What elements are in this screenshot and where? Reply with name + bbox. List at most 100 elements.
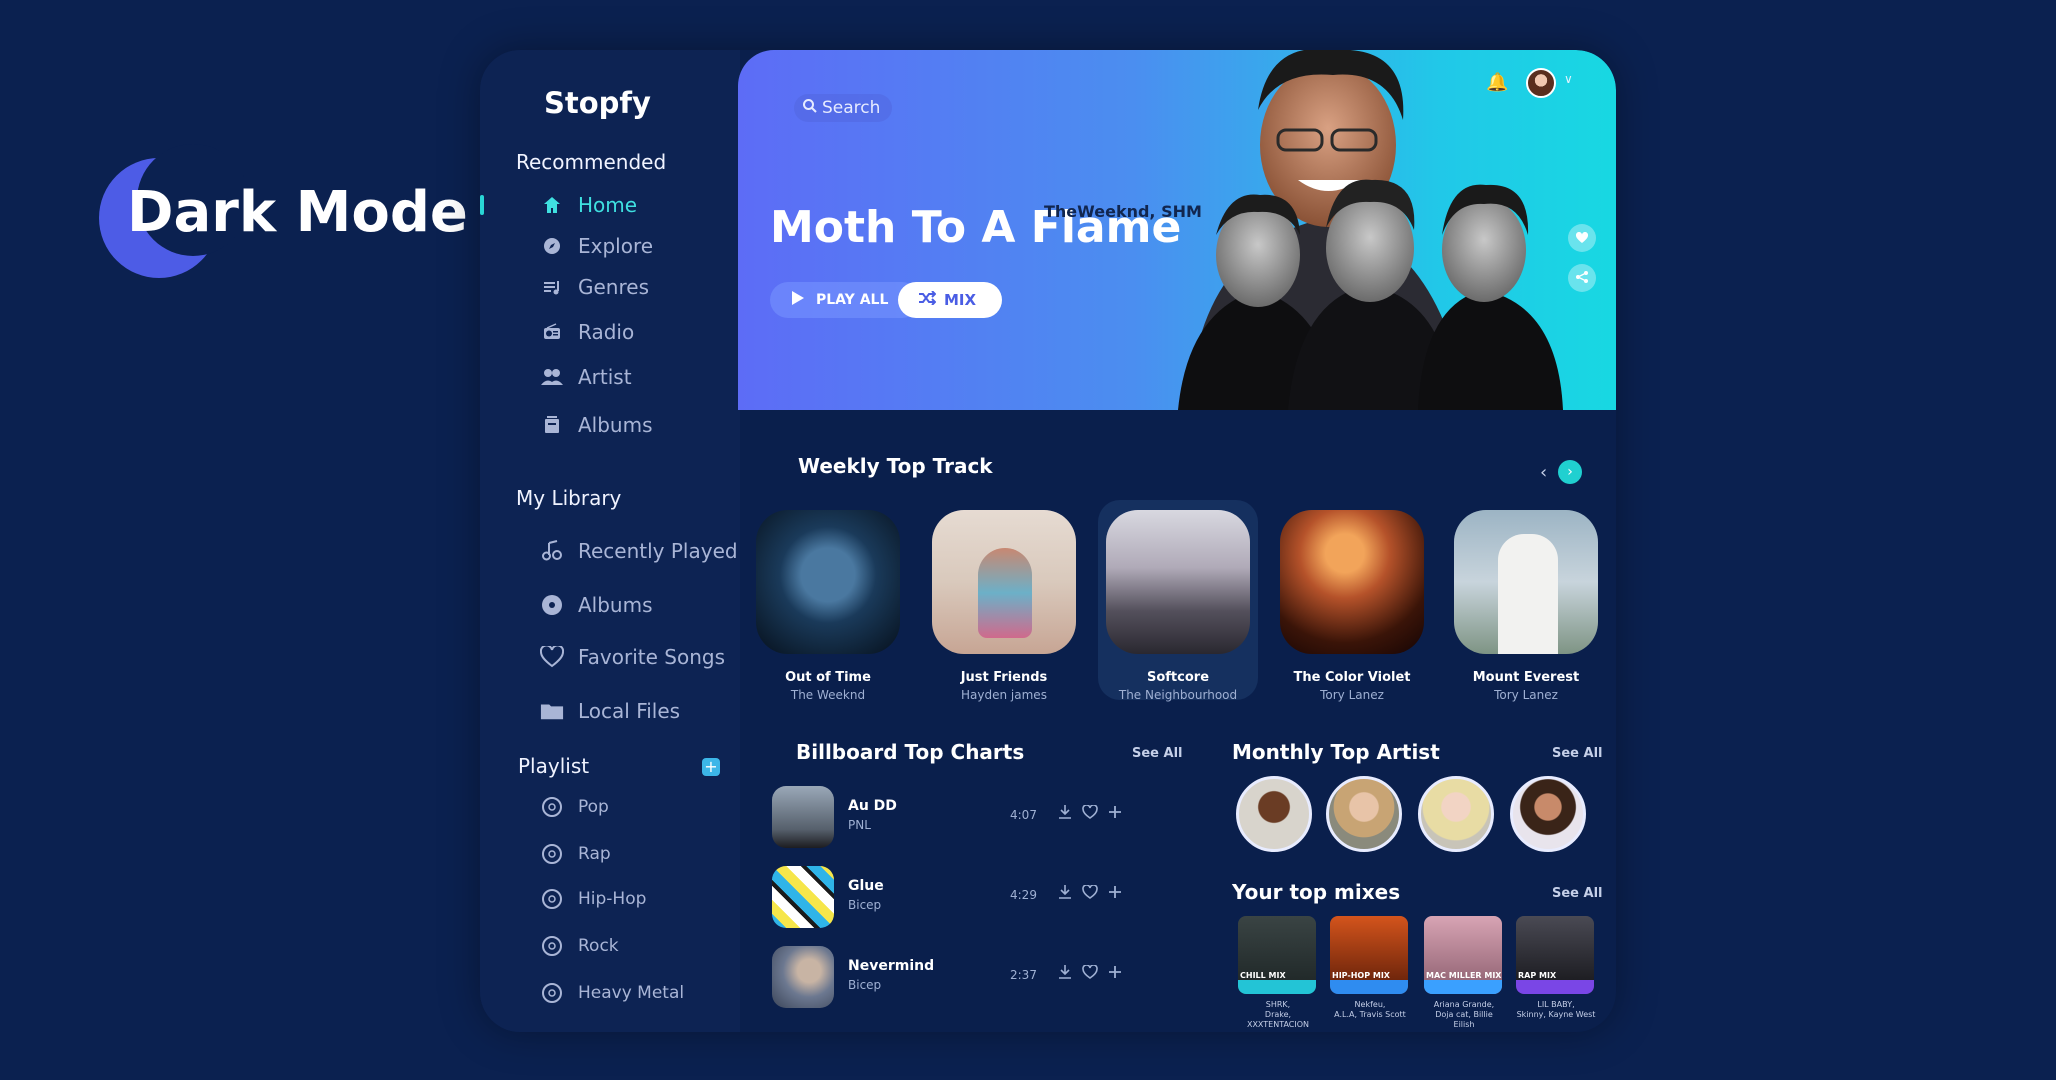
disc-icon [540, 934, 564, 958]
sidebar-item-playlist-rap[interactable]: Rap [540, 839, 611, 869]
monthly-see-all-link[interactable]: See All [1552, 746, 1603, 761]
track-title: Out of Time [785, 670, 871, 685]
row-actions [1058, 884, 1122, 904]
search-icon [802, 98, 818, 119]
recommended-title: Recommended [516, 150, 667, 174]
heart-icon[interactable] [1082, 804, 1098, 824]
sidebar-item-albums[interactable]: Albums [540, 410, 653, 440]
download-icon[interactable] [1058, 804, 1072, 824]
chevron-down-icon[interactable]: ∨ [1564, 72, 1573, 86]
mix-artists: Ariana Grande, Doja cat, Billie Eilish [1433, 1000, 1495, 1029]
song-duration: 2:37 [1010, 968, 1037, 982]
track-card-selected[interactable]: Softcore The Neighbourhood [1098, 500, 1258, 702]
disc-icon [540, 887, 564, 911]
mixes-see-all-link[interactable]: See All [1552, 886, 1603, 901]
sidebar-item-local-files[interactable]: Local Files [540, 696, 680, 726]
album-cover [932, 510, 1076, 654]
album-cover [1454, 510, 1598, 654]
mix-card[interactable]: CHILL MIX SHRK, Drake, XXXTENTACION [1238, 916, 1318, 1030]
playlist-label: Hip-Hop [578, 889, 647, 909]
sidebar-item-explore[interactable]: Explore [540, 231, 653, 261]
artist-avatar[interactable] [1510, 776, 1586, 852]
mix-card[interactable]: MAC MILLER MIX Ariana Grande, Doja cat, B… [1424, 916, 1504, 1030]
song-title: Au DD [848, 798, 897, 814]
track-card[interactable]: The Color Violet Tory Lanez [1272, 500, 1432, 702]
plus-icon[interactable] [1108, 804, 1122, 824]
track-artist: The Neighbourhood [1118, 688, 1238, 702]
shuffle-icon [918, 290, 937, 309]
people-icon [540, 365, 564, 389]
avatar[interactable] [1526, 68, 1556, 98]
sidebar-item-label: Favorite Songs [578, 645, 726, 669]
billboard-see-all-link[interactable]: See All [1132, 746, 1183, 761]
disc-icon [540, 795, 564, 819]
download-icon[interactable] [1058, 884, 1072, 904]
mix-cover: RAP MIX [1516, 916, 1594, 994]
song-thumbnail [772, 946, 834, 1008]
table-row[interactable]: Au DD PNL 4:07 [772, 786, 1132, 850]
queue-icon [540, 275, 564, 299]
sidebar-item-playlist-heavy-metal[interactable]: Heavy Metal [540, 978, 684, 1008]
mix-cover: CHILL MIX [1238, 916, 1316, 994]
download-icon[interactable] [1058, 964, 1072, 984]
chevron-left-icon[interactable]: ‹ [1540, 462, 1547, 483]
chevron-right-icon[interactable]: › [1558, 460, 1582, 484]
table-row[interactable]: Glue Bicep 4:29 [772, 866, 1132, 930]
share-button[interactable] [1568, 264, 1596, 292]
search-input[interactable]: Search [794, 94, 892, 122]
mix-cover: HIP-HOP MIX [1330, 916, 1408, 994]
radio-icon [540, 320, 564, 344]
sidebar-item-artist[interactable]: Artist [540, 362, 632, 392]
sidebar-item-playlist-hip-hop[interactable]: Hip-Hop [540, 884, 646, 914]
mix-color-bar [1330, 980, 1408, 994]
sidebar-item-radio[interactable]: Radio [540, 317, 634, 347]
add-playlist-button[interactable]: + [702, 758, 720, 776]
artist-avatar[interactable] [1326, 776, 1402, 852]
mix-color-bar [1516, 980, 1594, 994]
heart-icon[interactable] [1082, 884, 1098, 904]
billboard-title: Billboard Top Charts [796, 740, 1025, 764]
sidebar-item-home[interactable]: Home [540, 190, 637, 220]
song-duration: 4:29 [1010, 888, 1037, 902]
track-card[interactable]: Out of Time The Weeknd [748, 500, 908, 702]
heart-button[interactable] [1568, 224, 1596, 252]
heart-icon [1575, 229, 1589, 248]
mix-label: RAP MIX [1518, 971, 1557, 980]
sidebar-item-recently-played[interactable]: Recently Played [540, 536, 738, 566]
plus-icon[interactable] [1108, 964, 1122, 984]
library-title: My Library [516, 486, 622, 510]
app-window: Stopfy Recommended Home Explore Genres R… [480, 50, 1616, 1032]
song-artist: Bicep [848, 898, 882, 912]
folder-icon [540, 699, 564, 723]
artist-avatar[interactable] [1418, 776, 1494, 852]
table-row[interactable]: Nevermind Bicep 2:37 [772, 946, 1132, 1010]
sidebar-item-genres[interactable]: Genres [540, 272, 649, 302]
monthly-artist-title: Monthly Top Artist [1232, 740, 1440, 764]
weekly-top-track-title: Weekly Top Track [798, 454, 993, 478]
track-artist: Tory Lanez [1320, 688, 1384, 702]
compass-icon [540, 234, 564, 258]
playlist-title: Playlist [518, 754, 590, 778]
mix-card[interactable]: RAP MIX LIL BABY, Skinny, Kayne West [1516, 916, 1596, 1020]
artist-avatar[interactable] [1236, 776, 1312, 852]
sidebar-item-label: Home [578, 193, 638, 217]
heart-icon [540, 645, 564, 669]
track-title: Mount Everest [1472, 670, 1580, 685]
sidebar-item-playlist-pop[interactable]: Pop [540, 792, 609, 822]
mix-card[interactable]: HIP-HOP MIX Nekfeu, A.L.A, Travis Scott [1330, 916, 1410, 1020]
mix-button[interactable]: MIX [898, 282, 1002, 318]
sidebar-item-label: Artist [578, 365, 632, 389]
track-artist: The Weeknd [790, 688, 866, 702]
sidebar-item-playlist-rock[interactable]: Rock [540, 931, 619, 961]
plus-icon[interactable] [1108, 884, 1122, 904]
sidebar-item-library-albums[interactable]: Albums [540, 590, 653, 620]
disc-icon [540, 981, 564, 1005]
track-card[interactable]: Just Friends Hayden james [924, 500, 1084, 702]
mix-label: HIP-HOP MIX [1332, 971, 1390, 980]
song-title: Glue [848, 878, 884, 894]
track-card[interactable]: Mount Everest Tory Lanez [1446, 500, 1606, 702]
sidebar-item-favorite-songs[interactable]: Favorite Songs [540, 642, 725, 672]
bell-icon[interactable]: 🔔 [1486, 72, 1508, 93]
heart-icon[interactable] [1082, 964, 1098, 984]
song-duration: 4:07 [1010, 808, 1037, 822]
